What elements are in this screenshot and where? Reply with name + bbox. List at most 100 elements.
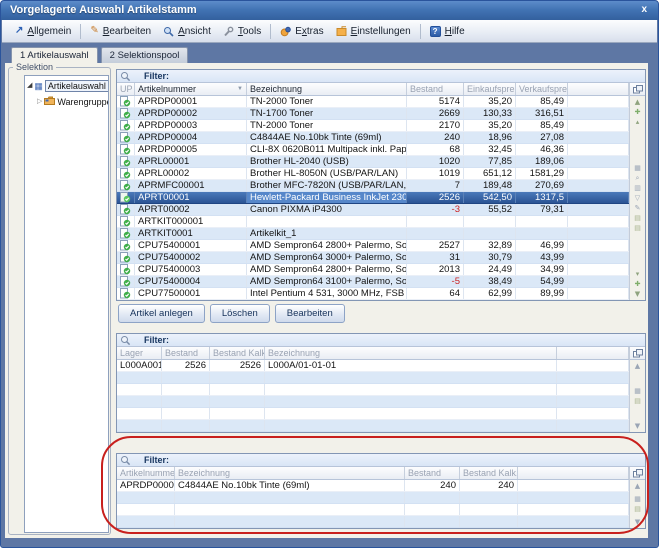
column-header[interactable]: Bestand <box>405 467 460 479</box>
table-row[interactable] <box>117 492 629 504</box>
selektion-groupbox: Selektion ◢ ▦ Artikelauswahl ▷ Warengrup… <box>8 67 111 535</box>
filter-magnifier-icon[interactable] <box>120 71 131 82</box>
table-row[interactable]: APRDP00004C4844AE No.10bk Tinte (69ml)24… <box>117 132 629 144</box>
table-row[interactable] <box>117 408 629 420</box>
column-header[interactable]: Bestand <box>162 347 210 359</box>
menu-item-label: Ansicht <box>178 26 211 37</box>
column-header[interactable] <box>518 467 629 479</box>
filter-magnifier-icon[interactable] <box>120 455 131 466</box>
menu-item-hilfe[interactable]: ?Hilfe <box>424 24 471 39</box>
table-row[interactable]: APRT00001Hewlett-Packard Business InkJet… <box>117 192 629 204</box>
filter-magnifier-icon[interactable] <box>120 335 131 346</box>
close-button[interactable]: x <box>641 1 647 19</box>
article-up-icon <box>120 156 131 167</box>
menu-item-allgemein[interactable]: ↗Allgemein <box>9 24 77 39</box>
nav-list2-icon[interactable]: ▤ <box>634 224 641 232</box>
table-cell: Intel Pentium 4 531, 3000 MHz, FSB 800 M… <box>247 288 407 299</box>
column-header[interactable] <box>568 83 629 95</box>
nav-grid-icon[interactable]: ▦ <box>634 164 641 172</box>
scroll-up-icon[interactable]: ▲ <box>635 362 640 370</box>
table-row[interactable]: ARTKIT0001Artikelkit_1 <box>117 228 629 240</box>
column-chooser-icon[interactable] <box>633 349 643 358</box>
menu-item-einstellungen[interactable]: Einstellungen <box>330 24 417 39</box>
table-row[interactable]: APRDP00002TN-1700 Toner2669130,33316,51 <box>117 108 629 120</box>
filter-bar[interactable]: Filter: <box>117 334 645 347</box>
tree-item-artikelauswahl[interactable]: ◢ ▦ Artikelauswahl <box>25 80 108 92</box>
filter-bar[interactable]: Filter: <box>117 454 645 467</box>
nav-list-icon[interactable]: ▤ <box>634 397 641 405</box>
table-row[interactable]: L000A00125262526L000A/01-01-01 <box>117 360 629 372</box>
table-row[interactable]: APRDP00004C4844AE No.10bk Tinte (69ml)24… <box>117 480 629 492</box>
table-row[interactable] <box>117 372 629 384</box>
tree-item-warengruppen[interactable]: ▷ Warengruppen <box>25 96 108 107</box>
column-header[interactable]: Artikelnummer <box>117 467 175 479</box>
nav-search-icon[interactable]: ⌕ <box>636 174 640 182</box>
table-row[interactable]: APRL00001Brother HL-2040 (USB)102077,851… <box>117 156 629 168</box>
table-row[interactable] <box>117 420 629 432</box>
column-header[interactable]: UP <box>117 83 135 95</box>
nav-list-icon[interactable]: ▤ <box>634 214 641 222</box>
column-header[interactable] <box>557 347 629 359</box>
filter-bar[interactable]: Filter: <box>117 70 645 83</box>
tab-selektionspool[interactable]: 2 Selektionspool <box>101 47 189 63</box>
table-row[interactable] <box>117 504 629 516</box>
menu-item-bearbeiten[interactable]: ✎Bearbeiten <box>84 24 157 39</box>
filler-cell <box>557 396 629 407</box>
column-header[interactable]: Bezeichnung <box>175 467 405 479</box>
table-row[interactable]: APRDP00003TN-2000 Toner217035,2085,49 <box>117 120 629 132</box>
nav-prev-icon[interactable]: ▴ <box>636 118 640 126</box>
tab-artikelauswahl[interactable]: 1 Artikelauswahl <box>11 47 98 63</box>
table-row[interactable]: CPU75400004AMD Sempron64 3100+ Palermo, … <box>117 276 629 288</box>
table-cell: APRL00002 <box>135 168 247 179</box>
menu-item-tools[interactable]: Tools <box>217 24 267 39</box>
nav-prev-page-icon[interactable]: ✚ <box>635 108 641 116</box>
nav-list-icon[interactable]: ▤ <box>634 505 641 513</box>
nav-grid-icon[interactable]: ▦ <box>634 495 641 503</box>
table-row[interactable] <box>117 396 629 408</box>
column-chooser-icon[interactable] <box>633 85 643 94</box>
nav-next-page-icon[interactable]: ✚ <box>635 280 641 288</box>
nav-next-icon[interactable]: ▾ <box>636 270 640 278</box>
table-row[interactable] <box>117 384 629 396</box>
table-row[interactable]: APRMFC00001Brother MFC-7820N (USB/PAR/LA… <box>117 180 629 192</box>
table-row[interactable] <box>117 516 629 528</box>
nav-last-icon[interactable]: ▼ <box>635 290 640 298</box>
nav-first-icon[interactable]: ▲ <box>635 98 640 106</box>
table-row[interactable]: APRDP00001TN-2000 Toner517435,2085,49 <box>117 96 629 108</box>
menu-item-extras[interactable]: Extras <box>274 24 329 39</box>
table-row[interactable]: ARTKIT000001 <box>117 216 629 228</box>
nav-edit-icon[interactable]: ✎ <box>635 204 641 212</box>
column-header[interactable]: Bezeichnung <box>265 347 557 359</box>
column-header[interactable]: Bestand Kalk. <box>460 467 518 479</box>
column-header[interactable]: Artikelnummer▼ <box>135 83 247 95</box>
column-header[interactable]: Bezeichnung <box>247 83 407 95</box>
table-row[interactable]: APRL00002Brother HL-8050N (USB/PAR/LAN)1… <box>117 168 629 180</box>
menu-item-ansicht[interactable]: Ansicht <box>157 24 217 39</box>
nav-layout-icon[interactable]: ▥ <box>634 184 641 192</box>
scroll-down-icon[interactable]: ▼ <box>635 422 640 430</box>
table-row[interactable]: CPU75400003AMD Sempron64 2800+ Palermo, … <box>117 264 629 276</box>
scroll-down-icon[interactable]: ▼ <box>635 518 640 526</box>
table-row[interactable]: APRT00002Canon PIXMA iP4300-355,5279,31 <box>117 204 629 216</box>
table-cell <box>210 384 265 395</box>
table-row[interactable]: APRDP00005CLI-8X 0620B011 Multipack inkl… <box>117 144 629 156</box>
table-row[interactable]: CPU75400002AMD Sempron64 3000+ Palermo, … <box>117 252 629 264</box>
column-header[interactable]: Einkaufspreis <box>464 83 516 95</box>
column-header[interactable]: Bestand Kalk. <box>210 347 265 359</box>
column-header[interactable]: Bestand <box>407 83 464 95</box>
tree-expanded-icon[interactable]: ◢ <box>27 82 32 90</box>
column-chooser-icon[interactable] <box>633 469 643 478</box>
column-header[interactable]: Lager <box>117 347 162 359</box>
tree-collapsed-icon[interactable]: ▷ <box>37 98 42 106</box>
table-row[interactable]: CPU75400001AMD Sempron64 2800+ Palermo, … <box>117 240 629 252</box>
nav-filter-icon[interactable]: ▽ <box>635 194 640 202</box>
bearbeiten-button[interactable]: Bearbeiten <box>275 304 345 323</box>
article-up-icon <box>120 180 131 191</box>
table-row[interactable]: CPU77500001Intel Pentium 4 531, 3000 MHz… <box>117 288 629 300</box>
nav-grid-icon[interactable]: ▦ <box>634 387 641 395</box>
table-cell <box>405 492 460 503</box>
scroll-up-icon[interactable]: ▲ <box>635 482 640 490</box>
column-header[interactable]: Verkaufspreis <box>516 83 568 95</box>
loeschen-button[interactable]: Löschen <box>210 304 270 323</box>
artikel-anlegen-button[interactable]: Artikel anlegen <box>118 304 205 323</box>
